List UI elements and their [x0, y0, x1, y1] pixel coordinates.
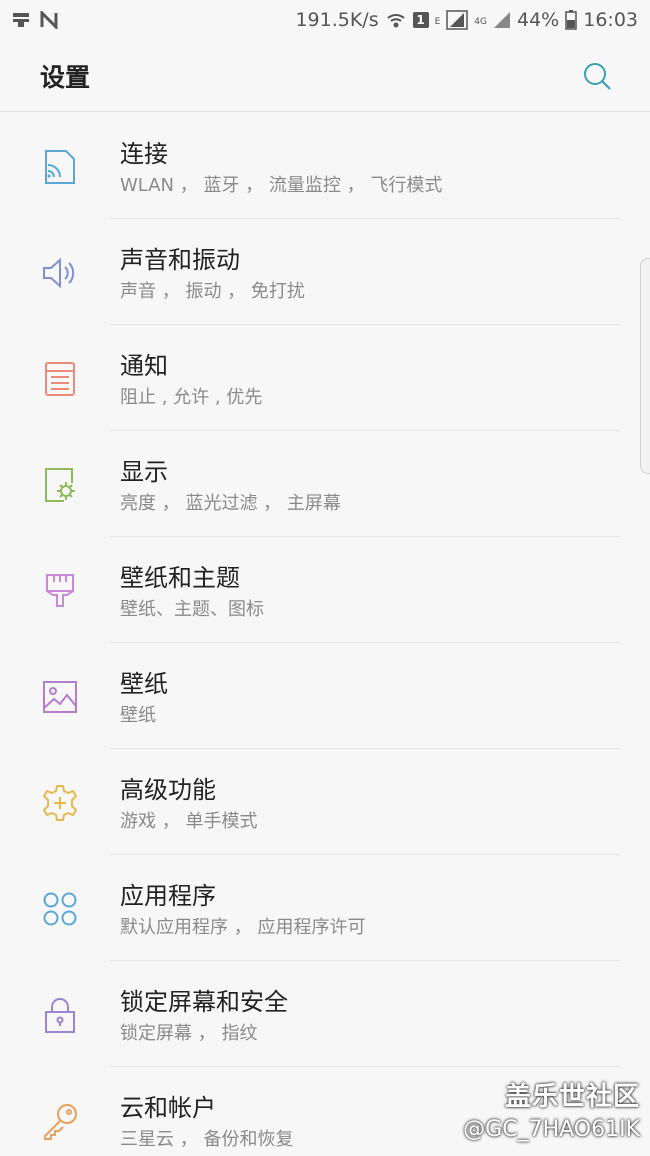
- settings-item-notifications[interactable]: 通知 阻止 , 允许 , 优先: [0, 325, 650, 431]
- item-subtitle: 亮度 ， 蓝光过滤 ， 主屏幕: [120, 493, 341, 514]
- search-button[interactable]: [580, 59, 614, 93]
- item-subtitle: 默认应用程序 ， 应用程序许可: [120, 917, 366, 938]
- settings-item-lock-screen-security[interactable]: 锁定屏幕和安全 锁定屏幕 ， 指纹: [0, 961, 650, 1067]
- key-icon: [38, 1099, 82, 1143]
- item-title: 高级功能: [120, 776, 216, 804]
- watermark: 盖乐世社区 @GC_7HAO61IK: [463, 1076, 640, 1142]
- image-icon: [38, 675, 82, 719]
- notification-icon: [38, 357, 82, 401]
- app-bar: 设置: [0, 40, 650, 112]
- network-type-4g: 4G: [474, 17, 487, 27]
- notification-count-badge: 1: [412, 12, 429, 28]
- nfc-icon: [40, 11, 58, 29]
- speaker-icon: [38, 251, 82, 295]
- settings-item-wallpaper[interactable]: 壁纸 壁纸: [0, 643, 650, 749]
- item-title: 显示: [120, 458, 168, 486]
- search-icon: [584, 62, 611, 90]
- network-speed: 191.5K/s: [295, 9, 379, 31]
- item-subtitle: 壁纸、主题、图标: [120, 599, 264, 620]
- settings-item-connections[interactable]: 连接 WLAN ， 蓝牙 ， 流量监控 ， 飞行模式: [0, 113, 650, 219]
- clock: 16:03: [583, 9, 638, 31]
- item-subtitle: WLAN ， 蓝牙 ， 流量监控 ， 飞行模式: [120, 175, 443, 196]
- status-bar: 191.5K/s 1 E 4G 44% 16:03: [0, 0, 650, 40]
- display-icon: [38, 463, 82, 507]
- item-subtitle: 锁定屏幕 ， 指纹: [120, 1023, 258, 1044]
- apps-icon: [38, 887, 82, 931]
- item-title: 连接: [120, 140, 168, 168]
- watermark-handle: @GC_7HAO61IK: [463, 1117, 640, 1142]
- settings-item-sound[interactable]: 声音和振动 声音 ， 振动 ， 免打扰: [0, 219, 650, 325]
- item-title: 锁定屏幕和安全: [120, 988, 288, 1016]
- battery-percent: 44%: [517, 9, 560, 31]
- page-title: 设置: [40, 62, 91, 92]
- lock-icon: [38, 993, 82, 1037]
- item-title: 声音和振动: [120, 246, 240, 274]
- signal-icon: [446, 10, 469, 30]
- watermark-brand: 盖乐世社区: [504, 1082, 640, 1112]
- item-title: 通知: [120, 352, 168, 380]
- item-subtitle: 声音 ， 振动 ， 免打扰: [120, 281, 305, 302]
- gear-plus-icon: [38, 781, 82, 825]
- connection-icon: [38, 145, 82, 189]
- signal-bars-icon: [493, 11, 511, 29]
- edge-panel-handle[interactable]: [640, 258, 650, 474]
- settings-item-advanced-features[interactable]: 高级功能 游戏 ， 单手模式: [0, 749, 650, 855]
- settings-list: 连接 WLAN ， 蓝牙 ， 流量监控 ， 飞行模式 声音和振动 声音 ， 振动…: [0, 113, 650, 1156]
- settings-item-apps[interactable]: 应用程序 默认应用程序 ， 应用程序许可: [0, 855, 650, 961]
- item-subtitle: 阻止 , 允许 , 优先: [120, 387, 263, 408]
- item-title: 云和帐户: [120, 1094, 216, 1122]
- brush-icon: [38, 569, 82, 613]
- settings-item-wallpapers-themes[interactable]: 壁纸和主题 壁纸、主题、图标: [0, 537, 650, 643]
- item-subtitle: 游戏 ， 单手模式: [120, 811, 258, 832]
- settings-item-display[interactable]: 显示 亮度 ， 蓝光过滤 ， 主屏幕: [0, 431, 650, 537]
- item-title: 壁纸和主题: [120, 564, 240, 592]
- item-subtitle: 壁纸: [120, 705, 156, 726]
- notification-tray-icon: [12, 11, 30, 29]
- network-type-e: E: [434, 17, 441, 27]
- item-title: 壁纸: [120, 670, 168, 698]
- battery-icon: [565, 10, 577, 30]
- item-subtitle: 三星云 ， 备份和恢复: [120, 1129, 294, 1150]
- wifi-hotspot-icon: [385, 10, 407, 30]
- item-title: 应用程序: [120, 882, 216, 910]
